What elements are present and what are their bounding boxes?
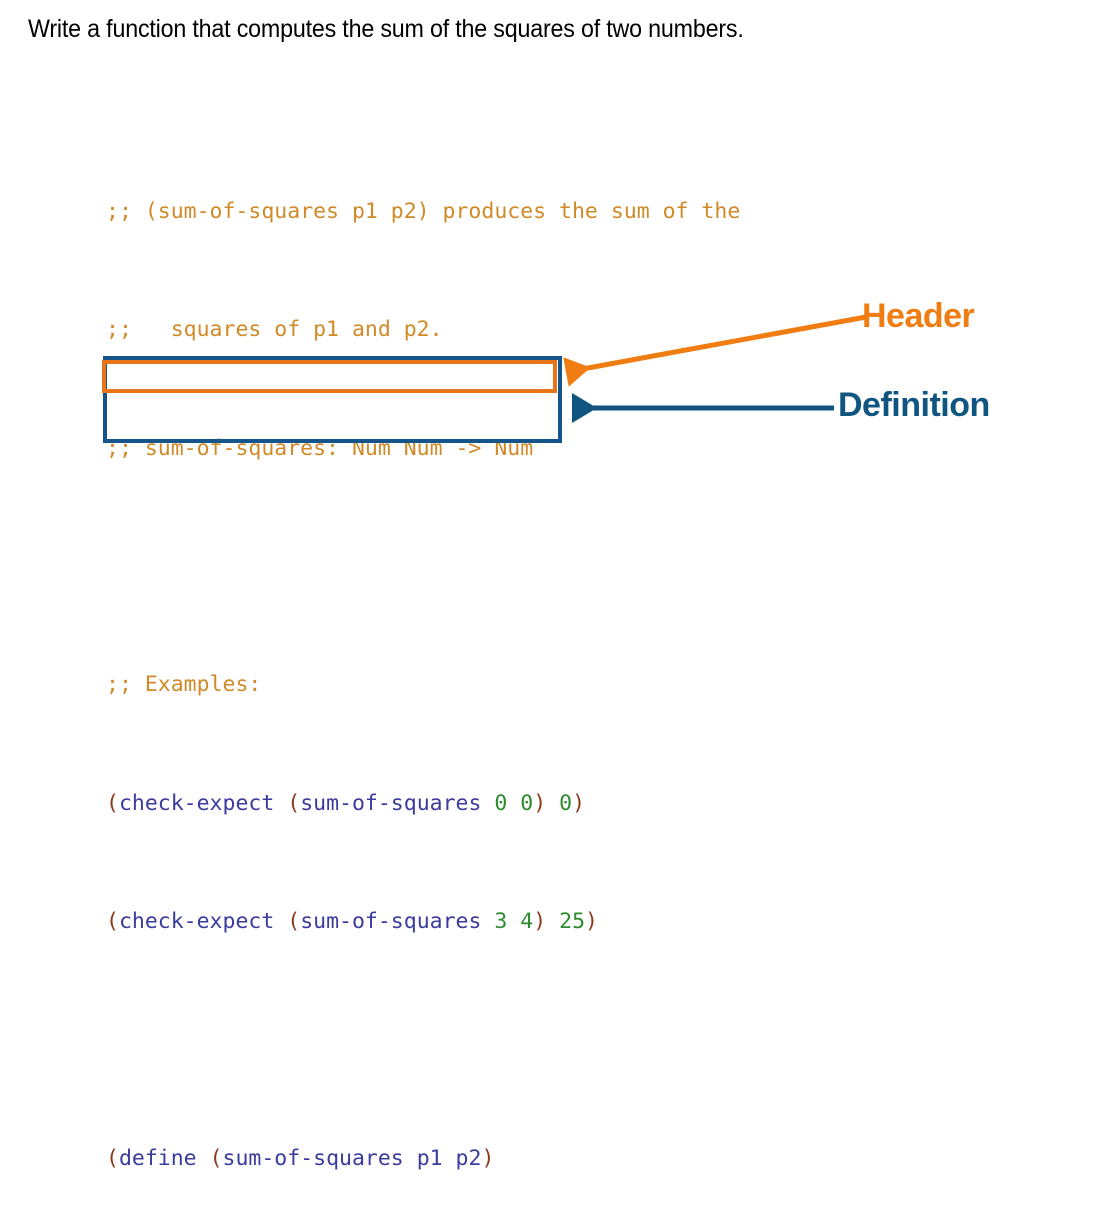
code-line-example-2: (check-expect (sum-of-squares 3 4) 25) bbox=[106, 907, 740, 937]
code-line-signature: ;; sum-of-squares: Num Num -> Num bbox=[106, 434, 740, 464]
code-line-examples-comment: ;; Examples: bbox=[106, 670, 740, 700]
code-line-definition-header: (define (sum-of-squares p1 p2) bbox=[106, 1144, 740, 1174]
code-line-example-1: (check-expect (sum-of-squares 0 0) 0) bbox=[106, 789, 740, 819]
definition-header-source: (define (sum-of-squares p1 p2) bbox=[106, 1145, 495, 1171]
example-1-source: (check-expect (sum-of-squares 0 0) 0) bbox=[106, 790, 586, 816]
comment-text: ;; squares of p1 and p2. bbox=[106, 317, 443, 343]
header-annotation-label: Header bbox=[862, 297, 975, 335]
page-title: Write a function that computes the sum o… bbox=[28, 15, 744, 43]
comment-text: ;; Examples: bbox=[106, 672, 262, 698]
code-line-purpose-1: ;; (sum-of-squares p1 p2) produces the s… bbox=[106, 197, 740, 227]
code-block: ;; (sum-of-squares p1 p2) produces the s… bbox=[106, 108, 740, 1208]
code-line-purpose-2: ;; squares of p1 and p2. bbox=[106, 315, 740, 345]
example-2-source: (check-expect (sum-of-squares 3 4) 25) bbox=[106, 909, 598, 935]
definition-annotation-label: Definition bbox=[838, 386, 990, 424]
comment-text: ;; (sum-of-squares p1 p2) produces the s… bbox=[106, 198, 741, 224]
comment-text: ;; sum-of-squares: Num Num -> Num bbox=[106, 435, 534, 461]
